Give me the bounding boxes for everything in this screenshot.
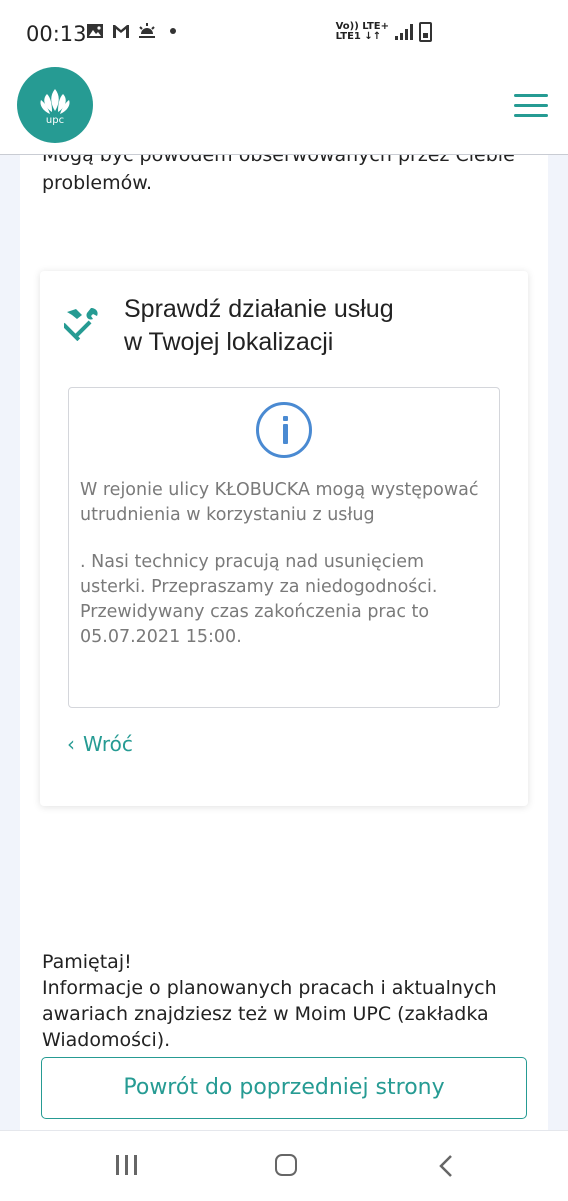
gmail-icon: [113, 25, 129, 38]
battery-icon: [419, 22, 432, 42]
upc-logo[interactable]: upc: [17, 67, 93, 143]
app-header: upc: [0, 64, 568, 155]
reminder-text: Informacje o planowanych pracach i aktua…: [42, 977, 497, 1051]
outage-message: W rejonie ulicy KŁOBUCKA mogą występować…: [80, 478, 490, 650]
recent-apps-icon[interactable]: [116, 1155, 138, 1175]
image-icon: [87, 24, 103, 38]
back-icon[interactable]: [437, 1153, 455, 1179]
main-content: Mogą być powodem obserwowanych przez Cie…: [20, 155, 548, 1130]
outage-message-1: W rejonie ulicy KŁOBUCKA mogą występować…: [80, 480, 479, 525]
system-status: Vo)) LTE+ LTE1 ↓↑: [336, 22, 432, 42]
back-link-label: Wróć: [83, 732, 133, 756]
intro-text: Mogą być powodem obserwowanych przez Cie…: [42, 155, 515, 194]
service-check-card: Sprawdź działanie usług w Twojej lokaliz…: [40, 271, 528, 806]
status-bar: 00:13 Vo)) LTE+ LTE1 ↓↑: [0, 0, 568, 64]
reminder: Pamiętaj! Informacje o planowanych praca…: [42, 949, 532, 1053]
outage-message-2: . Nasi technicy pracują nad usunięciem u…: [80, 552, 438, 647]
return-button[interactable]: Powrót do poprzedniej strony: [41, 1057, 527, 1119]
card-title-line-1: Sprawdź działanie usług: [124, 295, 394, 323]
back-link[interactable]: ‹ Wróć: [67, 732, 133, 756]
signal-icon: [395, 24, 413, 40]
home-icon[interactable]: [275, 1154, 297, 1176]
upc-logo-icon: [40, 89, 70, 114]
outage-info-box: W rejonie ulicy KŁOBUCKA mogą występować…: [68, 387, 500, 708]
notification-icons: [86, 22, 176, 40]
tools-icon: [64, 308, 98, 341]
card-title: Sprawdź działanie usług w Twojej lokaliz…: [124, 293, 504, 359]
chevron-left-icon: ‹: [67, 732, 75, 756]
weather-icon: [139, 23, 155, 38]
info-icon: [256, 402, 312, 458]
reminder-heading: Pamiętaj!: [42, 951, 132, 973]
system-nav-bar: [0, 1130, 568, 1201]
network-line-2: LTE1 ↓↑: [335, 31, 382, 42]
status-time: 00:13: [26, 22, 87, 46]
hamburger-icon[interactable]: [514, 94, 548, 118]
logo-text: upc: [45, 115, 65, 126]
dot-icon: [170, 28, 176, 34]
network-indicator: Vo)) LTE+ LTE1 ↓↑: [336, 22, 389, 42]
card-title-line-2: w Twojej lokalizacji: [124, 328, 334, 356]
